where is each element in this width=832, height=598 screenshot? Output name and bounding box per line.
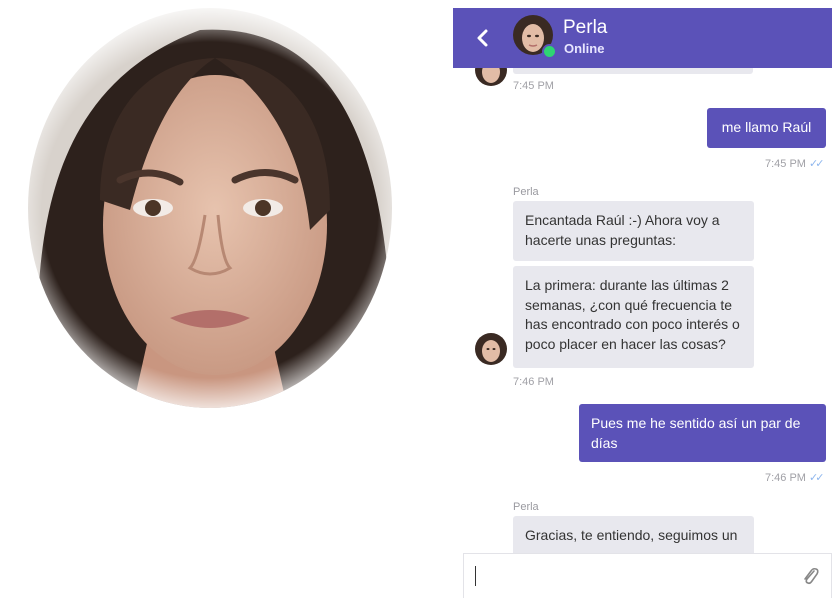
message-bubble: me llamo Raúl bbox=[707, 108, 826, 148]
sender-name: Perla bbox=[513, 501, 539, 513]
message-text: Pues me he sentido así un par de días bbox=[591, 415, 801, 451]
chat-panel: 7:45 PM me llamo Raúl 7:45 PM ✓✓ Perla E… bbox=[453, 8, 832, 598]
message-bubble: La primera: durante las últimas 2 semana… bbox=[513, 266, 754, 368]
message-text: Encantada Raúl :-) Ahora voy a hacerte u… bbox=[525, 212, 720, 248]
chat-header: Perla Online bbox=[453, 8, 832, 68]
message-text: La primera: durante las últimas 2 semana… bbox=[525, 277, 740, 352]
online-status-icon bbox=[542, 44, 557, 59]
read-receipt-icon: ✓✓ bbox=[809, 158, 825, 170]
message-time: 7:45 PM bbox=[513, 80, 554, 92]
message-bubble: Encantada Raúl :-) Ahora voy a hacerte u… bbox=[513, 201, 754, 261]
contact-name: Perla bbox=[563, 17, 608, 38]
message-text: me llamo Raúl bbox=[721, 119, 812, 135]
message-list[interactable]: 7:45 PM me llamo Raúl 7:45 PM ✓✓ Perla E… bbox=[453, 8, 832, 598]
sender-name: Perla bbox=[513, 186, 539, 198]
message-time: 7:46 PM bbox=[513, 376, 554, 388]
message-input[interactable] bbox=[476, 566, 780, 590]
message-time: 7:45 PM ✓✓ bbox=[765, 158, 825, 170]
chevron-left-icon bbox=[477, 29, 488, 47]
message-time: 7:46 PM ✓✓ bbox=[765, 472, 825, 484]
paperclip-icon bbox=[804, 567, 819, 585]
message-text: Gracias, te entiendo, seguimos un bbox=[525, 527, 738, 543]
portrait-image bbox=[0, 0, 420, 420]
message-bubble: Pues me he sentido así un par de días bbox=[579, 404, 826, 462]
text-caret bbox=[475, 566, 476, 586]
contact-status: Online bbox=[564, 41, 605, 56]
read-receipt-icon: ✓✓ bbox=[809, 472, 825, 484]
attach-button[interactable] bbox=[801, 566, 821, 588]
message-composer bbox=[463, 553, 832, 598]
back-button[interactable] bbox=[471, 24, 495, 52]
avatar bbox=[475, 333, 507, 365]
